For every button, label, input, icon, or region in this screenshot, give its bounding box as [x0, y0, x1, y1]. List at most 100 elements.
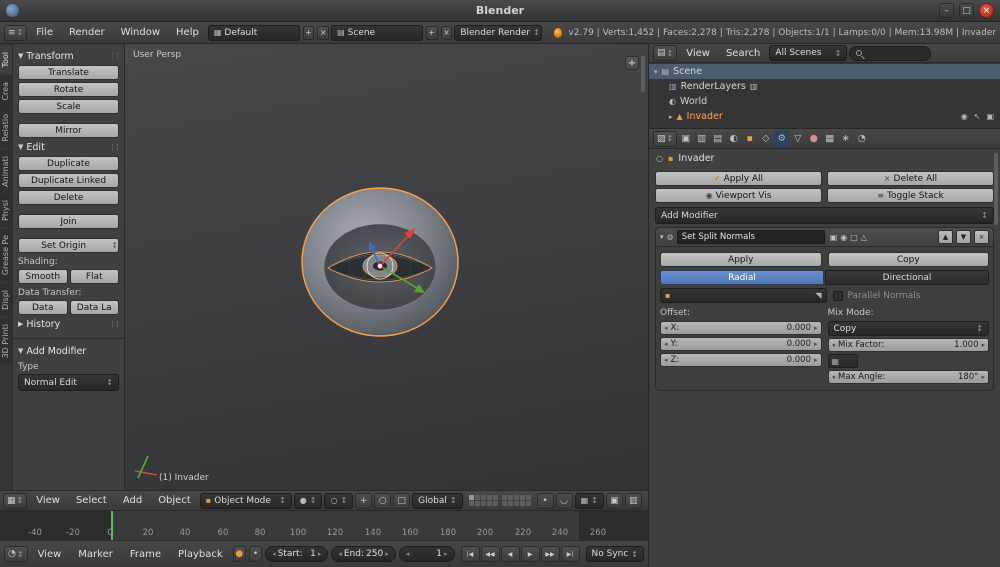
scale-button[interactable]: Scale [18, 99, 119, 114]
mix-mode-selector[interactable]: Copy ↕ [827, 321, 989, 336]
translate-button[interactable]: Translate [18, 65, 119, 80]
tab-physics[interactable]: ◔ [854, 130, 869, 147]
menu-view[interactable]: View [29, 495, 67, 506]
menu-search[interactable]: Search [719, 48, 767, 59]
manipulator-translate-button[interactable]: + [355, 492, 373, 509]
tab-world[interactable]: ◐ [726, 130, 741, 147]
layer-square[interactable] [474, 501, 480, 506]
operator-panel-header[interactable]: ▼ Add Modifier [18, 344, 119, 358]
editor-type-button[interactable]: ▦ ↕ [3, 492, 28, 509]
minimize-button[interactable]: – [939, 3, 954, 18]
viewport-vis-button[interactable]: ◉ Viewport Vis [655, 188, 822, 203]
layer-square[interactable] [519, 501, 525, 506]
layer-square[interactable] [468, 501, 474, 506]
mirror-button[interactable]: Mirror [18, 123, 119, 138]
render-engine-selector[interactable]: Blender Render ↕ [454, 24, 543, 41]
max-angle-field[interactable]: ◂ Max Angle: 180° ▸ [827, 370, 989, 384]
vertex-group-field[interactable]: ▦ [827, 354, 858, 368]
eyedropper-icon[interactable]: ◥ [815, 291, 821, 300]
disclosure-icon[interactable]: ▸ [669, 113, 673, 121]
menu-view[interactable]: View [31, 549, 69, 560]
visibility-eye-icon[interactable]: ◉ [961, 112, 968, 121]
selectability-cursor-icon[interactable]: ↖ [974, 112, 981, 121]
delete-button[interactable]: Delete [18, 190, 119, 205]
tab-render[interactable]: ▣ [678, 130, 693, 147]
preview-range-toggle[interactable]: ● [232, 546, 246, 562]
layer-square[interactable] [507, 501, 513, 506]
add-modifier-menu[interactable]: Add Modifier ↕ [655, 207, 994, 224]
lock-time-toggle[interactable]: • [248, 546, 263, 562]
menu-view[interactable]: View [679, 48, 717, 59]
layer-square[interactable] [525, 501, 531, 506]
move-modifier-down-button[interactable]: ▼ [956, 230, 971, 244]
menu-playback[interactable]: Playback [171, 549, 230, 560]
tab-modifiers[interactable]: ⚙ [774, 130, 790, 147]
delete-all-button[interactable]: × Delete All [827, 171, 994, 186]
jump-to-end-button[interactable]: ▶| [560, 546, 580, 562]
duplicate-linked-button[interactable]: Duplicate Linked [18, 173, 119, 188]
tab-object[interactable]: ▪ [742, 130, 757, 147]
decrement-arrow-icon[interactable]: ◂ [832, 341, 836, 349]
shade-smooth-button[interactable]: Smooth [18, 269, 68, 284]
tree-row-scene[interactable]: ▾ ▤ Scene [649, 64, 1000, 79]
apply-all-button[interactable]: ✓ Apply All [655, 171, 822, 186]
duplicate-button[interactable]: Duplicate [18, 156, 119, 171]
parallel-normals-option[interactable]: Parallel Normals [832, 288, 990, 303]
menu-frame[interactable]: Frame [123, 549, 168, 560]
snap-magnet-button[interactable]: ◡ [555, 492, 573, 509]
current-frame-field[interactable]: ◂ 1 ▸ [398, 546, 455, 562]
add-scene-button[interactable]: + [425, 25, 438, 40]
menu-window[interactable]: Window [114, 27, 167, 38]
end-frame-field[interactable]: ◂ End: 250 ▸ [331, 546, 396, 562]
increment-arrow-icon[interactable]: ▸ [385, 550, 389, 558]
tab-scene[interactable]: ▤ [710, 130, 725, 147]
tab-particles[interactable]: ∗ [838, 130, 853, 147]
modifier-name-field[interactable]: Set Split Normals [676, 230, 825, 244]
editor-type-button[interactable]: ◔ ↕ [4, 546, 28, 562]
layer-square[interactable] [480, 495, 486, 500]
close-button[interactable]: × [979, 3, 994, 18]
modifier-apply-button[interactable]: Apply [660, 252, 822, 267]
opengl-render-anim-button[interactable]: ▥ [624, 492, 642, 509]
layer-square[interactable] [519, 495, 525, 500]
renderability-camera-icon[interactable]: ▣ [986, 112, 994, 121]
rotate-button[interactable]: Rotate [18, 82, 119, 97]
decrement-arrow-icon[interactable]: ◂ [338, 550, 342, 558]
menu-help[interactable]: Help [169, 27, 206, 38]
current-frame-playhead[interactable] [111, 511, 113, 540]
tab-object-data[interactable]: ▽ [790, 130, 805, 147]
remove-modifier-button[interactable]: × [974, 230, 989, 244]
mode-directional-button[interactable]: Directional [825, 270, 989, 285]
decrement-arrow-icon[interactable]: ◂ [664, 356, 668, 364]
tree-label[interactable]: Scene [673, 66, 702, 77]
tree-label[interactable]: Invader [687, 111, 723, 122]
editor-type-button[interactable]: ▤ ↕ [653, 45, 678, 61]
transfer-data-button[interactable]: Data [18, 300, 68, 315]
editor-type-button[interactable]: ▧ ↕ [653, 130, 678, 147]
screen-layout-selector[interactable]: ▦ Default [207, 24, 300, 41]
menu-add[interactable]: Add [116, 495, 149, 506]
tab-grease-pencil[interactable]: Grease Pe [0, 229, 12, 282]
play-reverse-button[interactable]: ◀ [500, 546, 520, 562]
tree-row-world[interactable]: ◐ World [649, 94, 1000, 109]
disclosure-icon[interactable]: ▾ [654, 68, 658, 76]
target-object-field[interactable]: ▪ ◥ [660, 288, 827, 303]
editmode-visibility-icon[interactable]: □ [850, 233, 858, 242]
menu-select[interactable]: Select [69, 495, 114, 506]
display-mode-selector[interactable]: All Scenes ↕ [769, 45, 848, 61]
prev-keyframe-button[interactable]: ◀◀ [480, 546, 500, 562]
tab-create[interactable]: Crea [0, 75, 12, 107]
history-panel-header[interactable]: ▶ History ⋮⋮ [18, 317, 121, 331]
modifier-type-menu[interactable]: Normal Edit ↕ [18, 374, 119, 391]
tab-animation[interactable]: Animati [0, 149, 12, 193]
increment-arrow-icon[interactable]: ▸ [981, 341, 985, 349]
maximize-button[interactable]: □ [959, 3, 974, 18]
breadcrumb-object-name[interactable]: Invader [678, 153, 714, 164]
tree-row-renderlayers[interactable]: ▥ RenderLayers ▥ [649, 79, 1000, 94]
shading-selector[interactable]: ● ↕ [293, 492, 323, 509]
offset-y-field[interactable]: ◂ Y: 0.000 ▸ [660, 337, 822, 351]
add-layout-button[interactable]: + [302, 25, 315, 40]
join-button[interactable]: Join [18, 214, 119, 229]
mode-radial-button[interactable]: Radial [660, 270, 824, 285]
increment-arrow-icon[interactable]: ▸ [814, 340, 818, 348]
